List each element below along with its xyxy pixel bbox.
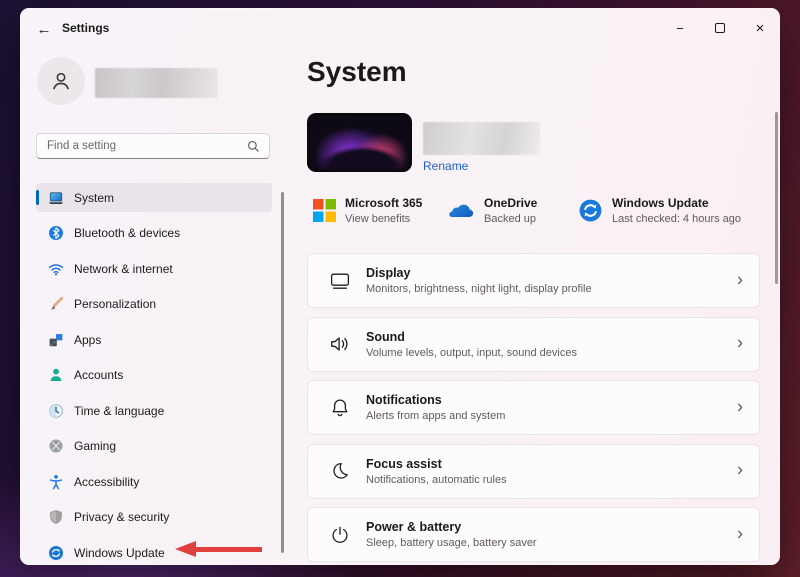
notifications-icon bbox=[328, 396, 352, 420]
device-name-redacted bbox=[423, 122, 540, 155]
focus-assist-icon bbox=[328, 459, 352, 483]
search-input[interactable] bbox=[37, 140, 247, 152]
sidebar-item-label: Network & internet bbox=[74, 262, 173, 276]
status-subtitle: Backed up bbox=[484, 213, 537, 225]
sidebar-item-personalization[interactable]: Personalization bbox=[36, 290, 272, 319]
status-card-onedrive[interactable]: OneDrive Backed up bbox=[447, 192, 537, 228]
status-title: Microsoft 365 bbox=[345, 196, 422, 210]
status-subtitle: View benefits bbox=[345, 213, 422, 225]
maximize-button[interactable] bbox=[700, 14, 740, 42]
search-box[interactable] bbox=[36, 133, 270, 159]
avatar[interactable] bbox=[37, 57, 85, 105]
sidebar-item-label: Accessibility bbox=[74, 475, 139, 489]
network-icon bbox=[48, 261, 64, 277]
privacy-security-icon bbox=[48, 509, 64, 525]
status-subtitle: Last checked: 4 hours ago bbox=[612, 213, 741, 225]
power-battery-icon bbox=[328, 523, 352, 547]
chevron-right-icon: › bbox=[737, 396, 743, 417]
minimize-button[interactable]: − bbox=[660, 14, 700, 42]
row-title: Power & battery bbox=[366, 520, 537, 534]
chevron-right-icon: › bbox=[737, 460, 743, 481]
settings-row-power-battery[interactable]: Power & battery Sleep, battery usage, ba… bbox=[307, 507, 760, 562]
time-language-icon bbox=[48, 403, 64, 419]
minimize-icon: − bbox=[676, 21, 684, 36]
accessibility-icon bbox=[48, 474, 64, 490]
sidebar-item-label: Privacy & security bbox=[74, 510, 169, 524]
settings-rows: Display Monitors, brightness, night ligh… bbox=[307, 253, 760, 565]
close-button[interactable]: × bbox=[740, 14, 780, 42]
row-title: Display bbox=[366, 266, 592, 280]
window-controls: − × bbox=[660, 14, 780, 42]
sidebar-item-label: Gaming bbox=[74, 439, 116, 453]
person-icon bbox=[48, 68, 74, 94]
arrow-head bbox=[175, 541, 196, 557]
annotation-arrow-windows-update bbox=[175, 541, 262, 557]
sound-icon bbox=[328, 332, 352, 356]
row-title: Sound bbox=[366, 330, 577, 344]
page-title: System bbox=[307, 56, 407, 88]
apps-icon bbox=[48, 332, 64, 348]
bluetooth-icon bbox=[48, 225, 64, 241]
main-scrollbar[interactable] bbox=[775, 112, 778, 284]
gaming-icon bbox=[48, 438, 64, 454]
status-title: OneDrive bbox=[484, 196, 537, 210]
row-title: Notifications bbox=[366, 393, 505, 407]
accounts-icon bbox=[48, 367, 64, 383]
settings-row-notifications[interactable]: Notifications Alerts from apps and syste… bbox=[307, 380, 760, 435]
arrow-shaft bbox=[194, 547, 262, 552]
device-wallpaper-thumbnail bbox=[307, 113, 412, 172]
windows-update-icon bbox=[578, 198, 603, 223]
bloom-wallpaper-art bbox=[310, 116, 409, 169]
system-icon bbox=[48, 190, 64, 206]
onedrive-icon bbox=[447, 201, 475, 220]
sidebar-item-label: Apps bbox=[74, 333, 101, 347]
sidebar-item-label: Bluetooth & devices bbox=[74, 226, 180, 240]
sidebar-item-system[interactable]: System bbox=[36, 183, 272, 212]
selected-accent-bar bbox=[36, 190, 39, 205]
sidebar-item-label: Accounts bbox=[74, 368, 123, 382]
sidebar-item-gaming[interactable]: Gaming bbox=[36, 432, 272, 461]
status-card-microsoft-365[interactable]: Microsoft 365 View benefits bbox=[313, 192, 422, 228]
row-subtitle: Alerts from apps and system bbox=[366, 410, 505, 422]
row-subtitle: Monitors, brightness, night light, displ… bbox=[366, 283, 592, 295]
sidebar-item-accounts[interactable]: Accounts bbox=[36, 361, 272, 390]
settings-window: ← Settings − × System bbox=[20, 8, 780, 565]
sidebar-item-accessibility[interactable]: Accessibility bbox=[36, 467, 272, 496]
close-icon: × bbox=[756, 20, 765, 37]
search-icon bbox=[247, 140, 260, 153]
sidebar-item-label: System bbox=[74, 191, 114, 205]
user-name-redacted bbox=[95, 68, 218, 98]
settings-row-focus-assist[interactable]: Focus assist Notifications, automatic ru… bbox=[307, 444, 760, 499]
sidebar-item-network-internet[interactable]: Network & internet bbox=[36, 254, 272, 283]
sidebar-item-apps[interactable]: Apps bbox=[36, 325, 272, 354]
sidebar-item-label: Time & language bbox=[74, 404, 164, 418]
chevron-right-icon: › bbox=[737, 333, 743, 354]
rename-link[interactable]: Rename bbox=[423, 159, 468, 173]
row-subtitle: Notifications, automatic rules bbox=[366, 474, 507, 486]
display-icon bbox=[328, 269, 352, 293]
settings-row-display[interactable]: Display Monitors, brightness, night ligh… bbox=[307, 253, 760, 308]
chevron-right-icon: › bbox=[737, 269, 743, 290]
sidebar-nav: System Bluetooth & devices Network & int… bbox=[36, 183, 272, 565]
chevron-right-icon: › bbox=[737, 523, 743, 544]
sidebar-item-label: Personalization bbox=[74, 297, 156, 311]
sidebar-item-time-language[interactable]: Time & language bbox=[36, 396, 272, 425]
maximize-icon bbox=[715, 23, 725, 33]
row-subtitle: Volume levels, output, input, sound devi… bbox=[366, 347, 577, 359]
back-button[interactable]: ← bbox=[32, 18, 56, 40]
sidebar-scrollbar[interactable] bbox=[281, 192, 284, 553]
status-title: Windows Update bbox=[612, 196, 741, 210]
sidebar-item-privacy-security[interactable]: Privacy & security bbox=[36, 503, 272, 532]
sidebar-item-bluetooth-devices[interactable]: Bluetooth & devices bbox=[36, 219, 272, 248]
back-arrow-icon: ← bbox=[37, 21, 52, 38]
app-title: Settings bbox=[62, 21, 109, 35]
windows-update-icon bbox=[48, 545, 64, 561]
settings-row-sound[interactable]: Sound Volume levels, output, input, soun… bbox=[307, 317, 760, 372]
sidebar-item-label: Windows Update bbox=[74, 546, 165, 560]
microsoft-365-icon bbox=[313, 199, 336, 222]
status-card-windows-update[interactable]: Windows Update Last checked: 4 hours ago bbox=[578, 192, 741, 228]
row-title: Focus assist bbox=[366, 457, 507, 471]
row-subtitle: Sleep, battery usage, battery saver bbox=[366, 537, 537, 549]
personalization-icon bbox=[48, 296, 64, 312]
